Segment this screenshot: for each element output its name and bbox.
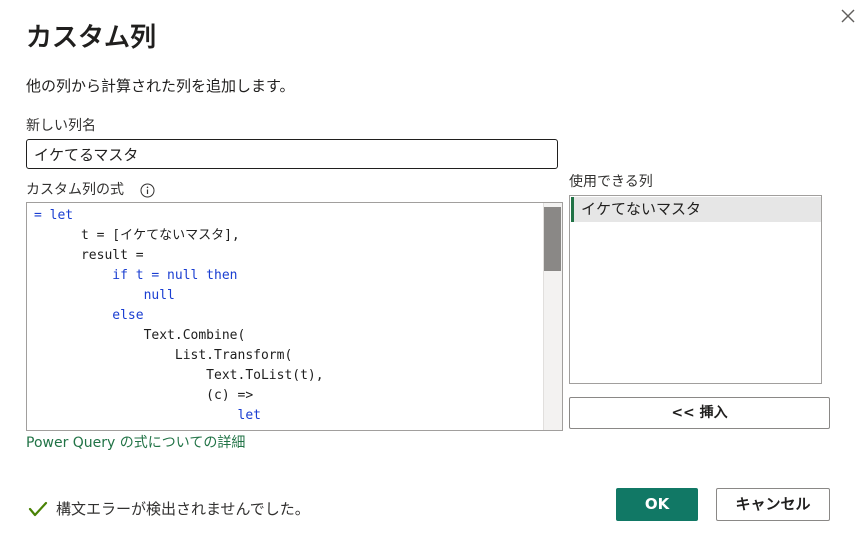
code-line: else	[34, 308, 144, 323]
info-icon[interactable]	[140, 183, 155, 198]
cancel-button[interactable]: キャンセル	[716, 488, 830, 521]
code-line: null	[34, 288, 175, 303]
dialog-subtitle: 他の列から計算された列を追加します。	[26, 77, 295, 95]
code-line: List.Transform(	[34, 348, 293, 363]
code-token: = let	[34, 208, 74, 223]
list-item[interactable]: イケてないマスタ	[571, 197, 821, 222]
code-line: Text.Combine(	[34, 328, 246, 343]
status-text: 構文エラーが検出されませんでした。	[56, 500, 310, 518]
code-line: if t = null then	[34, 268, 238, 283]
scrollbar-thumb[interactable]	[544, 207, 561, 271]
code-line: result =	[34, 248, 144, 263]
available-columns-label: 使用できる列	[569, 174, 653, 190]
available-columns-list[interactable]: イケてないマスタ	[569, 195, 822, 384]
formula-label: カスタム列の式	[26, 182, 124, 198]
power-query-help-link[interactable]: Power Query の式についての詳細	[26, 433, 245, 453]
formula-editor[interactable]: = let t = [イケてないマスタ], result = if t = nu…	[26, 202, 563, 431]
custom-column-dialog: カスタム列 他の列から計算された列を追加します。 新しい列名 カスタム列の式 =…	[0, 0, 861, 551]
column-name-label: 新しい列名	[26, 118, 96, 134]
column-name-input[interactable]	[26, 139, 558, 169]
close-icon[interactable]	[838, 6, 858, 26]
code-line: t = [イケてないマスタ],	[34, 228, 240, 243]
ok-button[interactable]: OK	[616, 488, 698, 521]
editor-scrollbar[interactable]	[543, 203, 562, 430]
code-line: (c) =>	[34, 388, 254, 403]
code-line: = let	[34, 206, 73, 226]
dialog-title: カスタム列	[26, 23, 157, 53]
code-line: Text.ToList(t),	[34, 368, 324, 383]
insert-button[interactable]: << 挿入	[569, 397, 830, 429]
checkmark-icon	[28, 500, 48, 518]
code-line: let	[34, 408, 261, 423]
